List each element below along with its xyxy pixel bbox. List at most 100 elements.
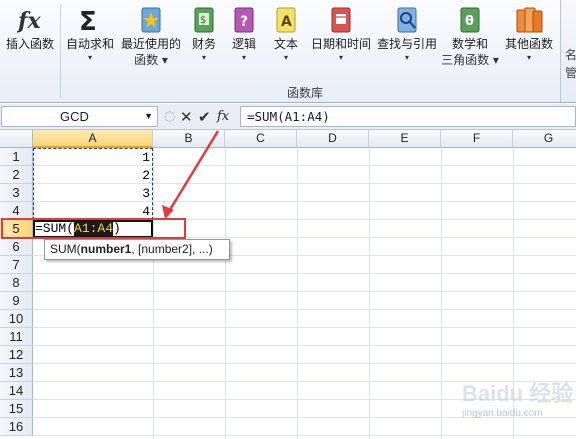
logic-label: 逻辑 [231, 37, 256, 51]
row-header[interactable]: 12 [0, 346, 33, 364]
enter-icon[interactable]: ✔ [198, 107, 211, 127]
more-functions-label: 其他函数 [504, 37, 553, 51]
recent-functions-label: 最近使用的 [120, 37, 181, 51]
text-button[interactable]: A 文本 ▾ [268, 4, 304, 63]
gridline [225, 148, 226, 439]
cell-a2[interactable]: 2 [33, 167, 150, 185]
math-trig-button[interactable]: θ 数学和 三角函数 ▾ [440, 4, 500, 68]
text-book-icon: A [276, 7, 296, 33]
row-header[interactable]: 15 [0, 400, 33, 418]
watermark-url: jingyan.baidu.com [462, 408, 543, 419]
tooltip-arg1: number1 [80, 242, 132, 256]
row-header[interactable]: 8 [0, 274, 33, 292]
math-trig-label: 数学和 [451, 37, 488, 51]
function-tooltip[interactable]: SUM(number1, [number2], ...) [44, 239, 230, 260]
autosum-button[interactable]: Σ 自动求和 ▾ [62, 4, 118, 63]
more-functions-icon [516, 7, 543, 33]
date-time-button[interactable]: 日期和时间 ▾ [308, 4, 374, 63]
lookup-book-icon [397, 7, 417, 33]
svg-text:A: A [281, 14, 292, 30]
calendar-book-icon [331, 7, 351, 33]
finance-label: 财务 [191, 37, 216, 51]
chevron-down-icon: ▾ [526, 53, 531, 62]
insert-function-icon[interactable]: fx [217, 107, 229, 127]
tooltip-rest: , [number2], ...) [131, 242, 213, 256]
row-header[interactable]: 14 [0, 382, 33, 400]
defined-names-group[interactable]: 名 管 [560, 0, 576, 102]
chevron-down-icon: ▾ [404, 53, 409, 62]
column-header-f[interactable]: F [441, 130, 513, 148]
column-header-g[interactable]: G [513, 130, 576, 148]
column-header-a[interactable]: A [33, 130, 153, 148]
column-header-d[interactable]: D [297, 130, 369, 148]
insert-function-button[interactable]: fx 插入函数 [2, 4, 58, 53]
name-box[interactable]: GCD ▼ [1, 106, 158, 127]
name-manager-label: 管 [565, 66, 576, 80]
formula-bar: GCD ▼ ◌ ✕ ✔ fx =SUM(A1:A4) [0, 104, 576, 130]
group-label: 函数库 [286, 86, 323, 100]
gridline [441, 148, 442, 439]
gridline [369, 148, 370, 439]
chevron-down-icon: ▾ [283, 53, 288, 62]
gridline [297, 148, 298, 439]
insert-function-icon: fx [16, 8, 41, 34]
svg-text:Σ: Σ [79, 7, 97, 36]
ribbon: fx 插入函数 Σ 自动求和 ▾ 最近使用的 函数 ▾ $ 财务 ▾ ? 逻辑 … [0, 0, 576, 103]
cancel-icon[interactable]: ✕ [180, 107, 193, 127]
math-trig-label-2: 三角函数 ▾ [441, 53, 499, 67]
row-header[interactable]: 1 [0, 148, 33, 166]
watermark: Baidu 经验 jingyan.baidu.com [462, 376, 573, 419]
defined-names-label: 名 [565, 48, 576, 62]
recent-functions-label-2: 函数 ▾ [134, 53, 168, 67]
gridline [33, 273, 576, 274]
svg-text:θ: θ [465, 14, 474, 29]
star-book-icon [141, 7, 161, 33]
svg-text:?: ? [240, 14, 248, 30]
lookup-reference-button[interactable]: 查找与引用 ▾ [374, 4, 440, 63]
sigma-icon: Σ [79, 7, 97, 36]
autosum-label: 自动求和 [65, 37, 114, 51]
gridline [33, 363, 576, 364]
column-header-b[interactable]: B [153, 130, 225, 148]
row-header[interactable]: 9 [0, 292, 33, 310]
row-header[interactable]: 2 [0, 166, 33, 184]
math-book-icon: θ [460, 7, 480, 33]
row-header[interactable]: 11 [0, 328, 33, 346]
svg-text:fx: fx [16, 8, 41, 34]
logic-button[interactable]: ? 逻辑 ▾ [226, 4, 262, 63]
column-header-c[interactable]: C [225, 130, 297, 148]
lookup-reference-label: 查找与引用 [376, 37, 437, 51]
cell-a3[interactable]: 3 [33, 185, 150, 203]
logic-book-icon: ? [234, 7, 254, 33]
finance-book-icon: $ [194, 7, 214, 33]
column-header-e[interactable]: E [369, 130, 441, 148]
cell-a1[interactable]: 1 [33, 149, 150, 167]
svg-text:$: $ [200, 15, 206, 26]
text-label: 文本 [273, 37, 298, 51]
chevron-down-icon: ▾ [87, 53, 92, 62]
annotation-box [1, 218, 186, 239]
row-header[interactable]: 10 [0, 310, 33, 328]
row-header[interactable]: 16 [0, 418, 33, 436]
more-functions-button[interactable]: 其他函数 ▾ [500, 4, 558, 63]
recent-functions-button[interactable]: 最近使用的 函数 ▾ [117, 4, 185, 68]
finance-button[interactable]: $ 财务 ▾ [186, 4, 222, 63]
gridline [33, 435, 576, 436]
name-box-value: GCD [60, 109, 89, 124]
insert-function-label: 插入函数 [5, 37, 54, 51]
row-header[interactable]: 6 [0, 238, 33, 256]
row-header[interactable]: 7 [0, 256, 33, 274]
grip-icon: ◌ [164, 109, 176, 124]
select-all-corner[interactable] [0, 130, 33, 148]
gridline [33, 291, 576, 292]
gridline [33, 309, 576, 310]
row-header[interactable]: 3 [0, 184, 33, 202]
tooltip-func: SUM( [50, 242, 81, 256]
date-time-label: 日期和时间 [310, 37, 371, 51]
chevron-down-icon[interactable]: ▼ [144, 107, 153, 126]
row-header[interactable]: 13 [0, 364, 33, 382]
chevron-down-icon: ▾ [241, 53, 246, 62]
gridline [33, 327, 576, 328]
watermark-brand: Baidu 经验 [462, 381, 574, 406]
formula-input[interactable]: =SUM(A1:A4) [240, 106, 576, 127]
